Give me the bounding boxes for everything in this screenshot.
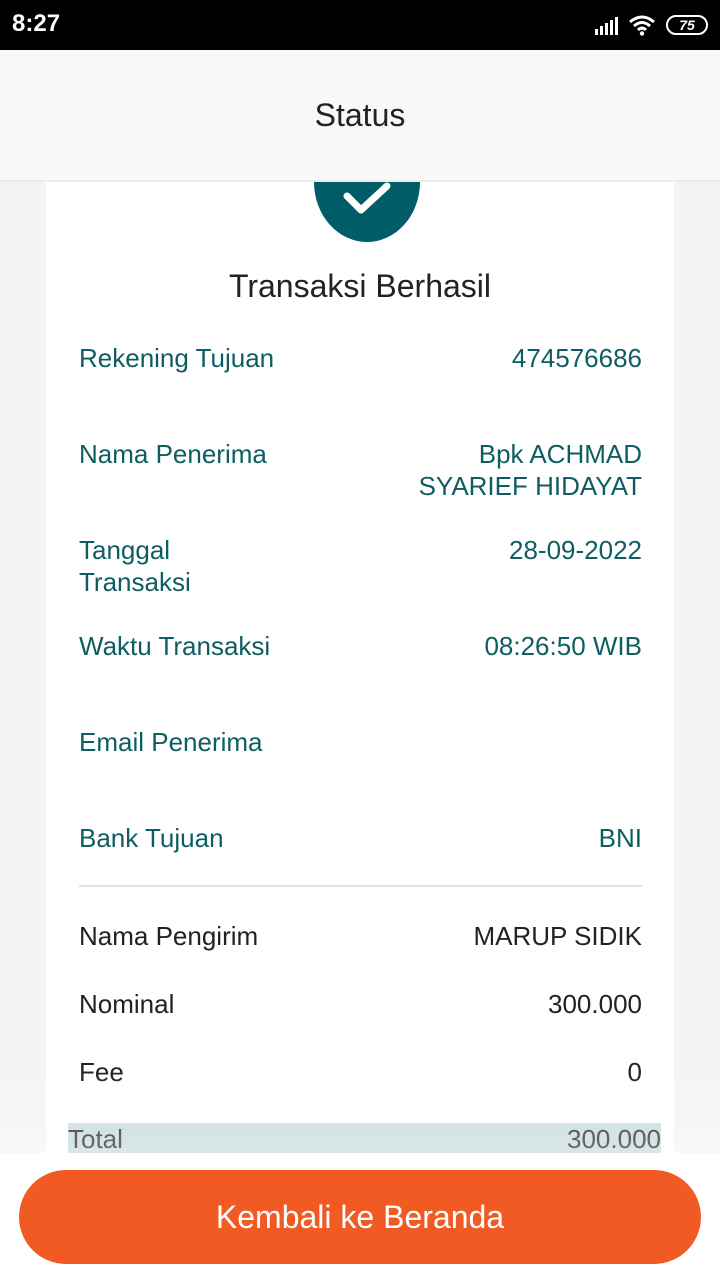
- label-nominal: Nominal: [79, 989, 175, 1019]
- receipt-card: Transaksi Berhasil Rekening Tujuan 47457…: [46, 120, 674, 1160]
- label-tanggal-transaksi: Tanggal Transaksi: [79, 535, 191, 597]
- label-waktu-transaksi: Waktu Transaksi: [79, 631, 271, 661]
- label-rekening-tujuan: Rekening Tujuan: [79, 343, 275, 373]
- value-nama-penerima: Bpk ACHMAD SYARIEF HIDAYAT: [418, 439, 642, 501]
- value-total: 300.000: [567, 1124, 661, 1154]
- bottom-bar: Kembali ke Beranda: [0, 1153, 720, 1280]
- battery-icon: 75: [666, 15, 708, 35]
- signal-icon: [595, 15, 618, 35]
- app-bar: Status: [0, 50, 720, 182]
- status-time: 8:27: [12, 10, 61, 37]
- status-icons: 75: [595, 12, 708, 38]
- value-bank-tujuan: BNI: [598, 823, 642, 853]
- value-waktu-transaksi: 08:26:50 WIB: [484, 631, 642, 661]
- label-total: Total: [68, 1124, 123, 1154]
- label-nama-pengirim: Nama Pengirim: [79, 921, 259, 951]
- wifi-icon: [629, 15, 655, 36]
- label-nama-penerima: Nama Penerima: [79, 439, 267, 469]
- value-nominal: 300.000: [548, 989, 642, 1019]
- label-email-penerima: Email Penerima: [79, 727, 263, 757]
- value-rekening-tujuan: 474576686: [511, 343, 642, 373]
- row-total: Total 300.000: [68, 1123, 661, 1155]
- value-tanggal-transaksi: 28-09-2022: [509, 535, 642, 565]
- success-heading: Transaksi Berhasil: [228, 268, 491, 304]
- label-fee: Fee: [79, 1057, 124, 1087]
- value-nama-pengirim: MARUP SIDIK: [473, 921, 642, 951]
- label-bank-tujuan: Bank Tujuan: [79, 823, 224, 853]
- back-to-home-button[interactable]: Kembali ke Beranda: [19, 1170, 701, 1264]
- page-title: Status: [314, 96, 406, 133]
- check-icon: [343, 182, 391, 214]
- value-fee: 0: [627, 1057, 642, 1087]
- divider: [79, 885, 642, 887]
- status-bar: 8:27 75: [0, 0, 720, 50]
